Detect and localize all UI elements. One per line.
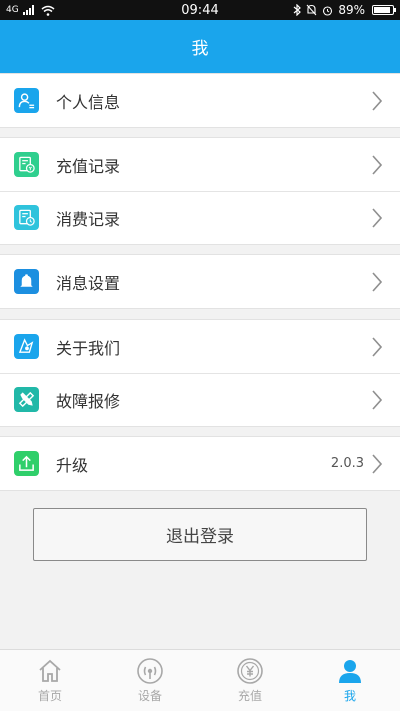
menu-item-profile[interactable]: 个人信息 [0, 74, 400, 127]
menu-item-message-settings[interactable]: 消息设置 [0, 255, 400, 308]
menu-group-profile: 个人信息 [0, 73, 400, 128]
wifi-icon [41, 5, 55, 16]
chevron-right-icon [372, 389, 383, 410]
tab-device[interactable]: 设备 [100, 650, 200, 711]
version-number: 2.0.3 [330, 456, 364, 471]
tab-me[interactable]: 我 [300, 650, 400, 711]
profile-icon [14, 88, 39, 113]
chevron-right-icon [372, 271, 383, 292]
yen-icon [237, 658, 263, 684]
tab-label: 设备 [137, 689, 162, 703]
menu-group-support: 关于我们 故障报修 [0, 319, 400, 427]
tab-recharge[interactable]: 充值 [200, 650, 300, 711]
wrench-icon [14, 387, 39, 412]
menu-item-label: 个人信息 [56, 92, 121, 112]
tab-label: 充值 [237, 689, 262, 703]
bell-icon [14, 269, 39, 294]
menu-item-label: 消费记录 [56, 209, 121, 229]
menu-item-recharge-records[interactable]: 充值记录 [0, 138, 400, 191]
chevron-right-icon [372, 207, 383, 228]
header: 我 [0, 20, 400, 73]
tab-label: 首页 [37, 689, 62, 703]
menu-group-records: 充值记录 消费记录 [0, 137, 400, 245]
battery-icon [372, 5, 396, 15]
menu-item-consumption-records[interactable]: 消费记录 [0, 191, 400, 244]
menu-group-settings: 消息设置 [0, 254, 400, 309]
menu-item-about-us[interactable]: 关于我们 [0, 320, 400, 373]
chevron-right-icon [372, 453, 383, 474]
menu-item-label: 升级 [56, 455, 89, 475]
upload-icon [14, 451, 39, 476]
chevron-right-icon [372, 154, 383, 175]
logout-button[interactable]: 退出登录 [33, 508, 367, 561]
consumption-record-icon [14, 205, 39, 230]
mute-icon [306, 4, 317, 16]
menu-item-label: 关于我们 [56, 338, 121, 358]
about-icon [14, 334, 39, 359]
battery-fill [374, 7, 390, 13]
device-icon [137, 658, 163, 684]
menu-item-fault-repair[interactable]: 故障报修 [0, 373, 400, 426]
signal-label: 4G [6, 5, 19, 15]
menu-group-upgrade: 升级 2.0.3 [0, 436, 400, 491]
tab-label: 我 [343, 689, 356, 703]
recharge-record-icon [14, 152, 39, 177]
bluetooth-icon [293, 4, 302, 16]
chevron-right-icon [372, 90, 383, 111]
page-title: 我 [191, 39, 209, 59]
menu-item-label: 故障报修 [56, 391, 121, 411]
signal-icon [22, 5, 34, 15]
chevron-right-icon [372, 336, 383, 357]
alarm-icon [323, 5, 333, 16]
tab-home[interactable]: 首页 [0, 650, 100, 711]
menu-item-label: 充值记录 [56, 156, 121, 176]
battery-percent: 89% [338, 3, 365, 17]
user-icon [339, 660, 361, 683]
home-icon [39, 659, 61, 682]
status-bar: 4G 09:44 89% [0, 0, 400, 20]
menu-item-upgrade[interactable]: 升级 2.0.3 [0, 437, 400, 490]
bottom-tab-bar: 首页 设备 充值 我 [0, 649, 400, 711]
menu-item-label: 消息设置 [56, 273, 121, 293]
